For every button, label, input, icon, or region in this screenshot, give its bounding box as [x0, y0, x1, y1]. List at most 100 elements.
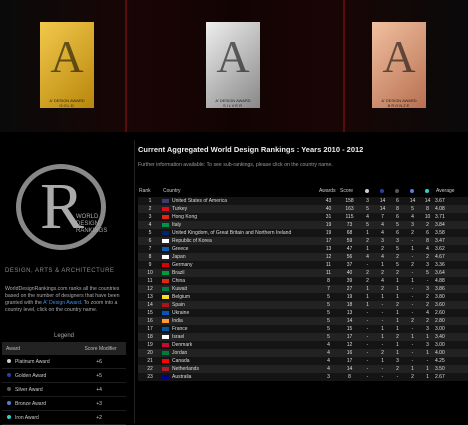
- bronze-count: 14: [405, 197, 420, 205]
- platinum-count: -: [360, 373, 375, 381]
- award-banner: A A' DESIGN AWARD GOLD A A' DESIGN AWARD…: [0, 0, 468, 132]
- awards-cell: 5: [318, 309, 339, 317]
- country-link[interactable]: Belgium: [172, 294, 190, 300]
- score-cell: 47: [339, 245, 360, 253]
- score-cell: 40: [339, 269, 360, 277]
- country-link[interactable]: Germany: [172, 262, 193, 268]
- golden-count: 2: [375, 245, 390, 253]
- country-link[interactable]: Denmark: [172, 342, 192, 348]
- country-link[interactable]: Australia: [172, 374, 191, 380]
- table-row: 15 Ukraine 5 13- -1-4 2.60: [138, 309, 468, 317]
- country-cell[interactable]: Hong Kong: [162, 213, 318, 221]
- country-link[interactable]: Jordan: [172, 350, 187, 356]
- country-link[interactable]: Spain: [172, 302, 185, 308]
- country-cell[interactable]: Jordan: [162, 349, 318, 357]
- country-link[interactable]: Hong Kong: [172, 214, 197, 220]
- rank-cell: 7: [138, 245, 162, 253]
- site-logo[interactable]: R WORLD DESIGN RANKINGS: [12, 152, 110, 264]
- score-cell: 37: [339, 261, 360, 269]
- awards-cell: 13: [318, 245, 339, 253]
- country-cell[interactable]: Israel: [162, 333, 318, 341]
- country-cell[interactable]: Kuwait: [162, 285, 318, 293]
- awards-cell: 5: [318, 325, 339, 333]
- country-link[interactable]: Japan: [172, 254, 186, 260]
- average-cell: 3.71: [435, 213, 468, 221]
- score-cell: 12: [339, 341, 360, 349]
- golden-count: 1: [375, 333, 390, 341]
- awards-cell: 7: [318, 285, 339, 293]
- rank-cell: 18: [138, 333, 162, 341]
- country-cell[interactable]: Greece: [162, 245, 318, 253]
- country-cell[interactable]: Australia: [162, 373, 318, 381]
- country-cell[interactable]: Ukraine: [162, 309, 318, 317]
- country-link[interactable]: Netherlands: [172, 366, 199, 372]
- rankings-title: Current Aggregated World Design Rankings…: [138, 145, 364, 154]
- silver-count: 2: [390, 365, 405, 373]
- bronze-count: 5: [405, 205, 420, 213]
- country-cell[interactable]: India: [162, 317, 318, 325]
- rank-cell: 6: [138, 237, 162, 245]
- country-link[interactable]: Canada: [172, 358, 190, 364]
- awards-cell: 4: [318, 357, 339, 365]
- country-cell[interactable]: Japan: [162, 253, 318, 261]
- country-link[interactable]: Greece: [172, 246, 188, 252]
- rankings-table: Rank Country Awards Score Average 1 Unite…: [138, 185, 468, 381]
- col-score: Score: [340, 188, 354, 194]
- country-cell[interactable]: Netherlands: [162, 365, 318, 373]
- country-link[interactable]: Turkey: [172, 206, 187, 212]
- country-cell[interactable]: Germany: [162, 261, 318, 269]
- country-cell[interactable]: Brazil: [162, 269, 318, 277]
- country-cell[interactable]: China: [162, 277, 318, 285]
- country-cell[interactable]: Denmark: [162, 341, 318, 349]
- flag-icon: [162, 326, 169, 331]
- flag-icon: [162, 222, 169, 227]
- silver-count: 2: [390, 269, 405, 277]
- flag-icon: [162, 310, 169, 315]
- awards-cell: 12: [318, 253, 339, 261]
- silver-count: 6: [390, 229, 405, 237]
- country-cell[interactable]: Spain: [162, 301, 318, 309]
- golden-count: 2: [375, 269, 390, 277]
- design-award-link[interactable]: A' Design Award: [43, 300, 81, 306]
- legend-col-award: Award: [2, 342, 73, 355]
- country-cell[interactable]: Canada: [162, 357, 318, 365]
- average-cell: 4.08: [435, 205, 468, 213]
- country-link[interactable]: India: [172, 318, 183, 324]
- award-dot-icon: [7, 415, 11, 420]
- country-link[interactable]: China: [172, 278, 185, 284]
- awards-cell: 8: [318, 277, 339, 285]
- country-link[interactable]: Kuwait: [172, 286, 187, 292]
- country-link[interactable]: Brazil: [172, 270, 185, 276]
- rank-cell: 12: [138, 285, 162, 293]
- country-cell[interactable]: United Kingdom, of Great Britain and Nor…: [162, 229, 318, 237]
- silver-dot-icon: [395, 188, 399, 193]
- bronze-count: 2: [405, 373, 420, 381]
- country-link[interactable]: Republic of Korea: [172, 238, 212, 244]
- award-a-glyph: A: [50, 31, 84, 82]
- golden-count: -: [375, 317, 390, 325]
- average-cell: 3.80: [435, 293, 468, 301]
- bronze-count: 1: [405, 245, 420, 253]
- golden-count: 14: [375, 197, 390, 205]
- iron-count: 10: [420, 213, 435, 221]
- award-sublabel: SILVER: [223, 103, 243, 108]
- table-row: 18 Israel 5 17-1 2 1 1 3.40: [138, 333, 468, 341]
- country-link[interactable]: United States of America: [172, 198, 227, 204]
- platinum-count: -: [360, 325, 375, 333]
- country-cell[interactable]: Republic of Korea: [162, 237, 318, 245]
- country-link[interactable]: France: [172, 326, 188, 332]
- country-cell[interactable]: France: [162, 325, 318, 333]
- iron-count: 3: [420, 261, 435, 269]
- country-cell[interactable]: Turkey: [162, 205, 318, 213]
- country-cell[interactable]: Belgium: [162, 293, 318, 301]
- country-link[interactable]: Israel: [172, 334, 184, 340]
- legend-modifier: +3: [72, 396, 126, 411]
- country-cell[interactable]: United States of America: [162, 197, 318, 205]
- country-link[interactable]: United Kingdom, of Great Britain and Nor…: [172, 230, 291, 236]
- golden-count: 7: [375, 213, 390, 221]
- country-cell[interactable]: Italy: [162, 221, 318, 229]
- country-link[interactable]: Ukraine: [172, 310, 189, 316]
- silver-count: 5: [390, 261, 405, 269]
- country-link[interactable]: Italy: [172, 222, 181, 228]
- awards-cell: 40: [318, 205, 339, 213]
